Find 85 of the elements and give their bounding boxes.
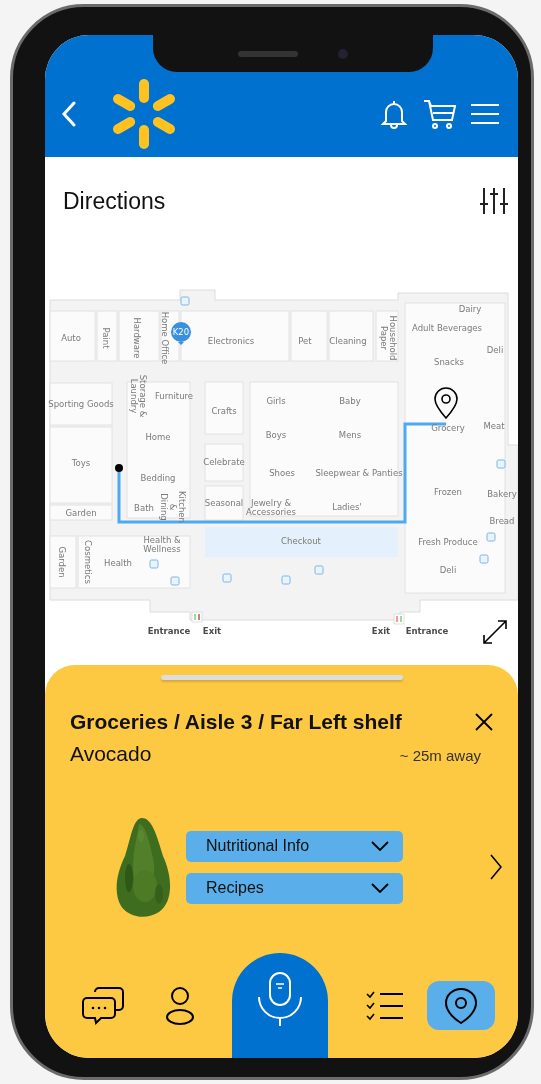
- map-label: Hardware: [132, 317, 142, 359]
- person-icon: [165, 985, 195, 1026]
- map-label: Deli: [486, 345, 504, 355]
- facility-icon: [496, 459, 506, 469]
- location-pin-icon: [434, 387, 458, 419]
- map-label: Bread: [489, 516, 515, 526]
- map-label: Celebrate: [203, 457, 245, 467]
- drag-handle[interactable]: [160, 675, 403, 680]
- map-label: Electronics: [207, 336, 255, 346]
- map-label: Meat: [483, 421, 505, 431]
- distance-label: ~ 25m away: [399, 747, 481, 764]
- facility-icon: [170, 576, 180, 586]
- facility-icon: [486, 532, 496, 542]
- map-label: Boys: [265, 430, 287, 440]
- map-label: Cosmetics: [83, 540, 93, 584]
- map-label: Mens: [338, 430, 362, 440]
- map-label: Home Office: [160, 311, 170, 365]
- map-label: Bedding: [140, 473, 176, 483]
- microphone-icon: [256, 970, 304, 1027]
- chevron-right-icon[interactable]: [490, 854, 502, 880]
- map-label: Garden: [65, 508, 97, 518]
- door-arrows-icon: [393, 613, 405, 625]
- map-label: Pet: [298, 336, 312, 346]
- map-label: Health: [104, 558, 132, 568]
- location-path: Groceries / Aisle 3 / Far Left shelf: [70, 710, 402, 734]
- map-label: Paint: [101, 327, 111, 349]
- product-name: Avocado: [70, 742, 152, 766]
- door-label: Entrance: [405, 626, 449, 636]
- map-label: Snacks: [434, 357, 464, 367]
- cart-icon[interactable]: [422, 97, 458, 131]
- door-label: Exit: [202, 626, 222, 636]
- map-label: Cleaning: [329, 336, 367, 346]
- bell-icon[interactable]: [378, 98, 410, 130]
- door-label: Exit: [371, 626, 391, 636]
- chat-bubbles-icon: [81, 985, 125, 1026]
- location-tab[interactable]: [427, 981, 495, 1030]
- dropdown-button[interactable]: Recipes: [186, 872, 403, 904]
- filter-icon[interactable]: [480, 186, 508, 216]
- start-dot: [115, 464, 123, 472]
- map-label: Bath: [134, 503, 154, 513]
- map-label: Grocery: [431, 423, 465, 433]
- map-label: Adult Beverages: [412, 323, 482, 333]
- map-label: Girls: [266, 396, 286, 406]
- dropdown-button[interactable]: Nutritional Info: [186, 830, 403, 862]
- map-label: Storage & Laundry: [128, 374, 148, 418]
- map-label: Health & Wellness: [143, 534, 181, 554]
- map-label: Bakery: [487, 489, 517, 499]
- expand-icon[interactable]: [483, 620, 507, 644]
- map-label: Jewelry & Accessories: [246, 497, 296, 517]
- facility-icon: [180, 296, 190, 306]
- map-label: Checkout: [281, 536, 321, 546]
- checklist-icon: [366, 989, 404, 1022]
- facility-icon: [222, 573, 232, 583]
- door-label: Entrance: [147, 626, 191, 636]
- map-label: Garden: [57, 546, 67, 578]
- map-label: Dairy: [458, 304, 482, 314]
- location-pin-icon: [444, 986, 478, 1025]
- map-label: Fresh Produce: [418, 537, 478, 547]
- door-arrows-icon: [191, 611, 203, 623]
- map-label: Household Paper: [378, 315, 398, 361]
- close-icon[interactable]: [475, 713, 493, 731]
- map-label: Crafts: [211, 406, 237, 416]
- facility-icon: [149, 559, 159, 569]
- map-label: Furniture: [154, 391, 194, 401]
- map-label: Sleepwear & Panties: [315, 468, 403, 478]
- map-label: Auto: [61, 333, 81, 343]
- map-label: Deli: [439, 565, 457, 575]
- chevron-down-icon: [371, 883, 389, 893]
- map-label: Shoes: [269, 468, 295, 478]
- facility-icon: [479, 554, 489, 564]
- map-label: Sporting Goods: [48, 399, 114, 409]
- map-label: Seasonal: [204, 498, 244, 508]
- menu-icon[interactable]: [470, 103, 500, 125]
- screen-title: Directions: [63, 187, 166, 215]
- map-label: Ladies': [332, 502, 362, 512]
- map-label: Baby: [339, 396, 361, 406]
- facility-icon: [281, 575, 291, 585]
- map-label: Kitchen & Dining: [159, 491, 187, 523]
- map-label: Home: [145, 432, 171, 442]
- facility-icon: [314, 565, 324, 575]
- chevron-down-icon: [371, 841, 389, 851]
- voice-tab[interactable]: [232, 953, 328, 1058]
- back-icon[interactable]: [61, 101, 77, 127]
- map-label: Toys: [71, 458, 91, 468]
- map-label: Frozen: [434, 487, 462, 497]
